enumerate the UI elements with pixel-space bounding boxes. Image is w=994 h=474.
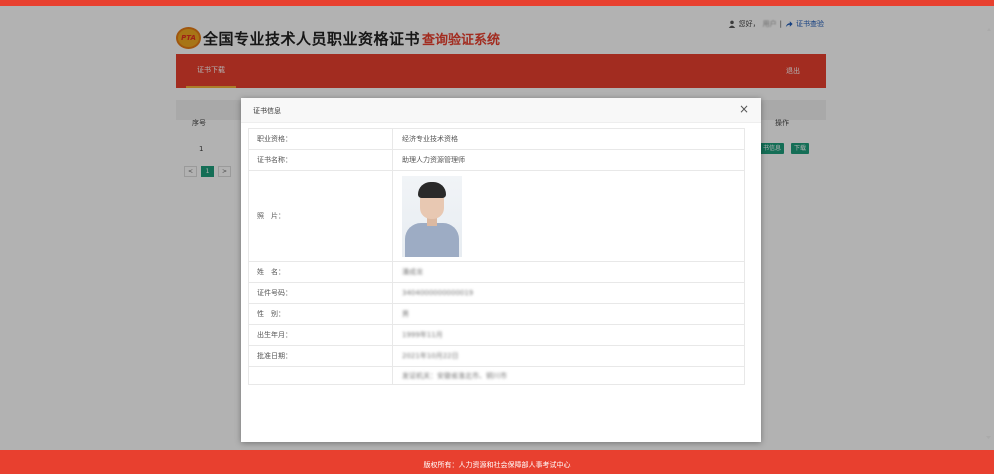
site-footer: 版权所有：人力资源和社会保障部人事考试中心 <box>0 450 994 474</box>
scroll-down-arrow-icon[interactable] <box>986 436 991 440</box>
label-approval-date: 批准日期： <box>248 345 393 367</box>
value-birth-date: 1999年11月 <box>402 331 443 339</box>
table-row: 姓 名： 潘成龙 <box>248 261 745 283</box>
label-name: 姓 名： <box>248 261 393 283</box>
table-row: 批准日期： 2021年10月22日 <box>248 345 745 367</box>
certificate-info-table: 职业资格： 经济专业技术资格 证书名称： 助理人力资源管理师 照 片： 姓 名：… <box>248 128 745 385</box>
table-row: 照 片： <box>248 170 745 262</box>
value-issuing-authority: 发证机关：安徽省淮北市、铜川市 <box>402 371 507 380</box>
label-id-number: 证件号码： <box>248 282 393 304</box>
label-qualification: 职业资格： <box>248 128 393 150</box>
table-row: 证书名称： 助理人力资源管理师 <box>248 149 745 171</box>
close-icon[interactable]: × <box>739 103 749 115</box>
value-gender: 男 <box>402 310 409 318</box>
label-photo: 照 片： <box>248 170 393 262</box>
label-certificate-name: 证书名称： <box>248 149 393 171</box>
table-row: 职业资格： 经济专业技术资格 <box>248 128 745 150</box>
value-name: 潘成龙 <box>402 268 423 276</box>
label-gender: 性 别： <box>248 303 393 325</box>
scroll-up-arrow-icon[interactable] <box>987 28 991 31</box>
table-row: 发证机关：安徽省淮北市、铜川市 <box>248 366 745 385</box>
table-row: 出生年月： 1999年11月 <box>248 324 745 346</box>
value-certificate-name: 助理人力资源管理师 <box>392 149 745 171</box>
table-row: 性 别： 男 <box>248 303 745 325</box>
photo-cell <box>392 170 745 262</box>
modal-header: 证书信息 × <box>241 98 761 123</box>
value-id-number: 3404000000000019 <box>402 289 474 297</box>
id-photo <box>402 175 462 257</box>
label-empty <box>248 366 393 385</box>
label-birth-date: 出生年月： <box>248 324 393 346</box>
value-approval-date: 2021年10月22日 <box>402 352 459 360</box>
value-qualification: 经济专业技术资格 <box>392 128 745 150</box>
modal-title: 证书信息 <box>253 107 281 115</box>
table-row: 证件号码： 3404000000000019 <box>248 282 745 304</box>
